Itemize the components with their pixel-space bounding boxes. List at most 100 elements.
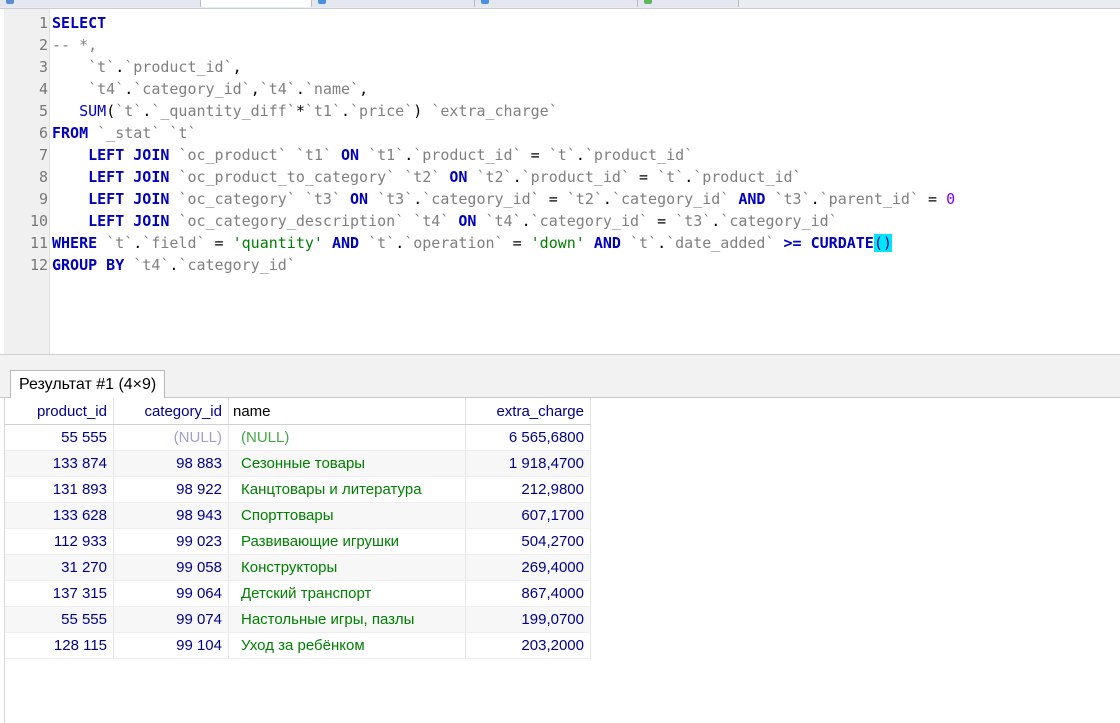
cell-extra-charge[interactable]: 199,0700: [465, 606, 591, 633]
column-header-product-id[interactable]: product_id: [5, 398, 114, 425]
column-header-extra-charge[interactable]: extra_charge: [465, 398, 591, 425]
code-token: -- *,: [52, 36, 98, 54]
cell-extra-charge[interactable]: 6 565,6800: [465, 424, 591, 451]
cell-category-id[interactable]: 99 058: [113, 554, 229, 581]
cell-extra-charge[interactable]: 203,2000: [465, 632, 591, 659]
code-token: .: [810, 190, 820, 208]
table-row[interactable]: 128 115 99 104 Уход за ребёнком 203,2000: [5, 632, 591, 659]
cell-name[interactable]: Развивающие игрушки: [228, 528, 466, 555]
cell-name[interactable]: Спорттовары: [228, 502, 466, 529]
cell-product-id[interactable]: 128 115: [5, 632, 114, 659]
code-line[interactable]: LEFT JOIN `oc_product` `t1` ON `t1`.`pro…: [52, 144, 693, 166]
code-line[interactable]: LEFT JOIN `oc_product_to_category` `t2` …: [52, 166, 802, 188]
cell-extra-charge[interactable]: 607,1700: [465, 502, 591, 529]
cell-product-id[interactable]: 55 555: [5, 606, 114, 633]
cell-extra-charge[interactable]: 212,9800: [465, 476, 591, 503]
line-number: 5: [38, 102, 48, 120]
code-token: LEFT JOIN: [88, 190, 170, 208]
cell-category-id[interactable]: 98 943: [113, 502, 229, 529]
line-number: 11: [29, 234, 48, 252]
code-line[interactable]: -- *,: [52, 34, 97, 56]
cell-name[interactable]: Настольные игры, пазлы: [228, 606, 466, 633]
code-token: `category_id`: [133, 80, 251, 98]
cell-extra-charge[interactable]: 504,2700: [465, 528, 591, 555]
table-row[interactable]: 137 315 99 064 Детский транспорт 867,4000: [5, 580, 591, 607]
cell-name[interactable]: Уход за ребёнком: [228, 632, 466, 659]
table-row[interactable]: 55 555 (NULL) (NULL) 6 565,6800: [5, 424, 591, 451]
code-token: `product_id`: [584, 146, 694, 164]
database-icon: [6, 0, 14, 4]
code-token: >=: [783, 234, 802, 252]
code-token: SELECT: [52, 14, 107, 32]
code-token: CURDATE: [810, 234, 874, 252]
cell-category-id[interactable]: 98 883: [113, 450, 229, 477]
result-grid[interactable]: product_id category_id name extra_charge…: [4, 398, 1120, 723]
cell-product-id[interactable]: 133 874: [5, 450, 114, 477]
query-tab[interactable]: [475, 0, 638, 7]
sql-editor[interactable]: 1 2 3 4 5 6 7 8 9 10 11 12 SELECT -- *, `t`.`product…: [0, 9, 1120, 355]
cell-extra-charge[interactable]: 867,4000: [465, 580, 591, 607]
table-row[interactable]: 133 628 98 943 Спорттовары 607,1700: [5, 502, 591, 529]
table-row[interactable]: 133 874 98 883 Сезонные товары 1 918,4700: [5, 450, 591, 477]
column-header-category-id[interactable]: category_id: [113, 398, 229, 425]
cell-category-id[interactable]: 98 922: [113, 476, 229, 503]
cell-category-id[interactable]: 99 023: [113, 528, 229, 555]
cell-product-id[interactable]: 131 893: [5, 476, 114, 503]
result-tab-bar: Результат #1 (4×9): [0, 355, 1120, 398]
code-token: .: [413, 190, 423, 208]
code-line[interactable]: LEFT JOIN `oc_category` `t3` ON `t3`.`ca…: [52, 188, 955, 210]
cell-product-id[interactable]: 31 270: [5, 554, 114, 581]
code-token: =: [648, 212, 676, 230]
code-line[interactable]: GROUP BY `t4`.`category_id`: [52, 254, 296, 276]
cell-product-id[interactable]: 112 933: [5, 528, 114, 555]
code-token: `date_added`: [666, 234, 775, 252]
code-line[interactable]: `t4`.`category_id`,`t4`.`name`,: [52, 78, 368, 100]
cell-name[interactable]: Детский транспорт: [228, 580, 466, 607]
table-row[interactable]: 55 555 99 074 Настольные игры, пазлы 199,07…: [5, 606, 591, 633]
result-tab[interactable]: Результат #1 (4×9): [10, 370, 166, 398]
code-token: .: [341, 102, 351, 120]
cell-category-id[interactable]: 99 064: [113, 580, 229, 607]
code-line[interactable]: WHERE `t`.`field` = 'quantity' AND `t`.`…: [52, 232, 892, 254]
cell-category-id[interactable]: (NULL): [113, 424, 229, 451]
code-token: .: [684, 168, 694, 186]
code-token: `t1`: [295, 146, 332, 164]
code-token: `operation`: [404, 234, 504, 252]
cell-product-id[interactable]: 133 628: [5, 502, 114, 529]
query-tab[interactable]: [0, 0, 201, 7]
code-token: WHERE: [52, 234, 98, 252]
code-line[interactable]: FROM `_stat` `t`: [52, 122, 197, 144]
query-tab-active[interactable]: [201, 0, 312, 7]
code-token: ON: [449, 168, 468, 186]
cell-product-id[interactable]: 55 555: [5, 424, 114, 451]
cell-name[interactable]: Конструкторы: [228, 554, 466, 581]
cell-category-id[interactable]: 99 104: [113, 632, 229, 659]
code-token: AND: [331, 234, 360, 252]
table-row[interactable]: 112 933 99 023 Развивающие игрушки 504,2700: [5, 528, 591, 555]
cell-extra-charge[interactable]: 269,4000: [465, 554, 591, 581]
query-tab[interactable]: [312, 0, 475, 7]
cell-name[interactable]: Сезонные товары: [228, 450, 466, 477]
code-token: `product_id`: [413, 146, 522, 164]
cell-name[interactable]: (NULL): [228, 424, 466, 451]
code-line[interactable]: SELECT: [52, 12, 106, 34]
code-token: =: [919, 190, 947, 208]
table-row[interactable]: 31 270 99 058 Конструкторы 269,4000: [5, 554, 591, 581]
cell-name[interactable]: Канцтовары и литература: [228, 476, 466, 503]
column-header-name[interactable]: name: [228, 398, 466, 425]
table-row[interactable]: 131 893 98 922 Канцтовары и литература 212,…: [5, 476, 591, 503]
code-token: (: [106, 102, 116, 120]
query-tab[interactable]: [638, 0, 739, 7]
code-token: `product_id`: [693, 168, 802, 186]
code-line[interactable]: LEFT JOIN `oc_category_description` `t4`…: [52, 210, 838, 232]
cell-extra-charge[interactable]: 1 918,4700: [465, 450, 591, 477]
cell-product-id[interactable]: 137 315: [5, 580, 114, 607]
code-token: `t3`: [377, 190, 414, 208]
code-line[interactable]: SUM(`t`.`_quantity_diff`*`t1`.`price`) `…: [52, 100, 558, 122]
cell-category-id[interactable]: 99 074: [113, 606, 229, 633]
code-line[interactable]: `t`.`product_id`,: [52, 56, 242, 78]
